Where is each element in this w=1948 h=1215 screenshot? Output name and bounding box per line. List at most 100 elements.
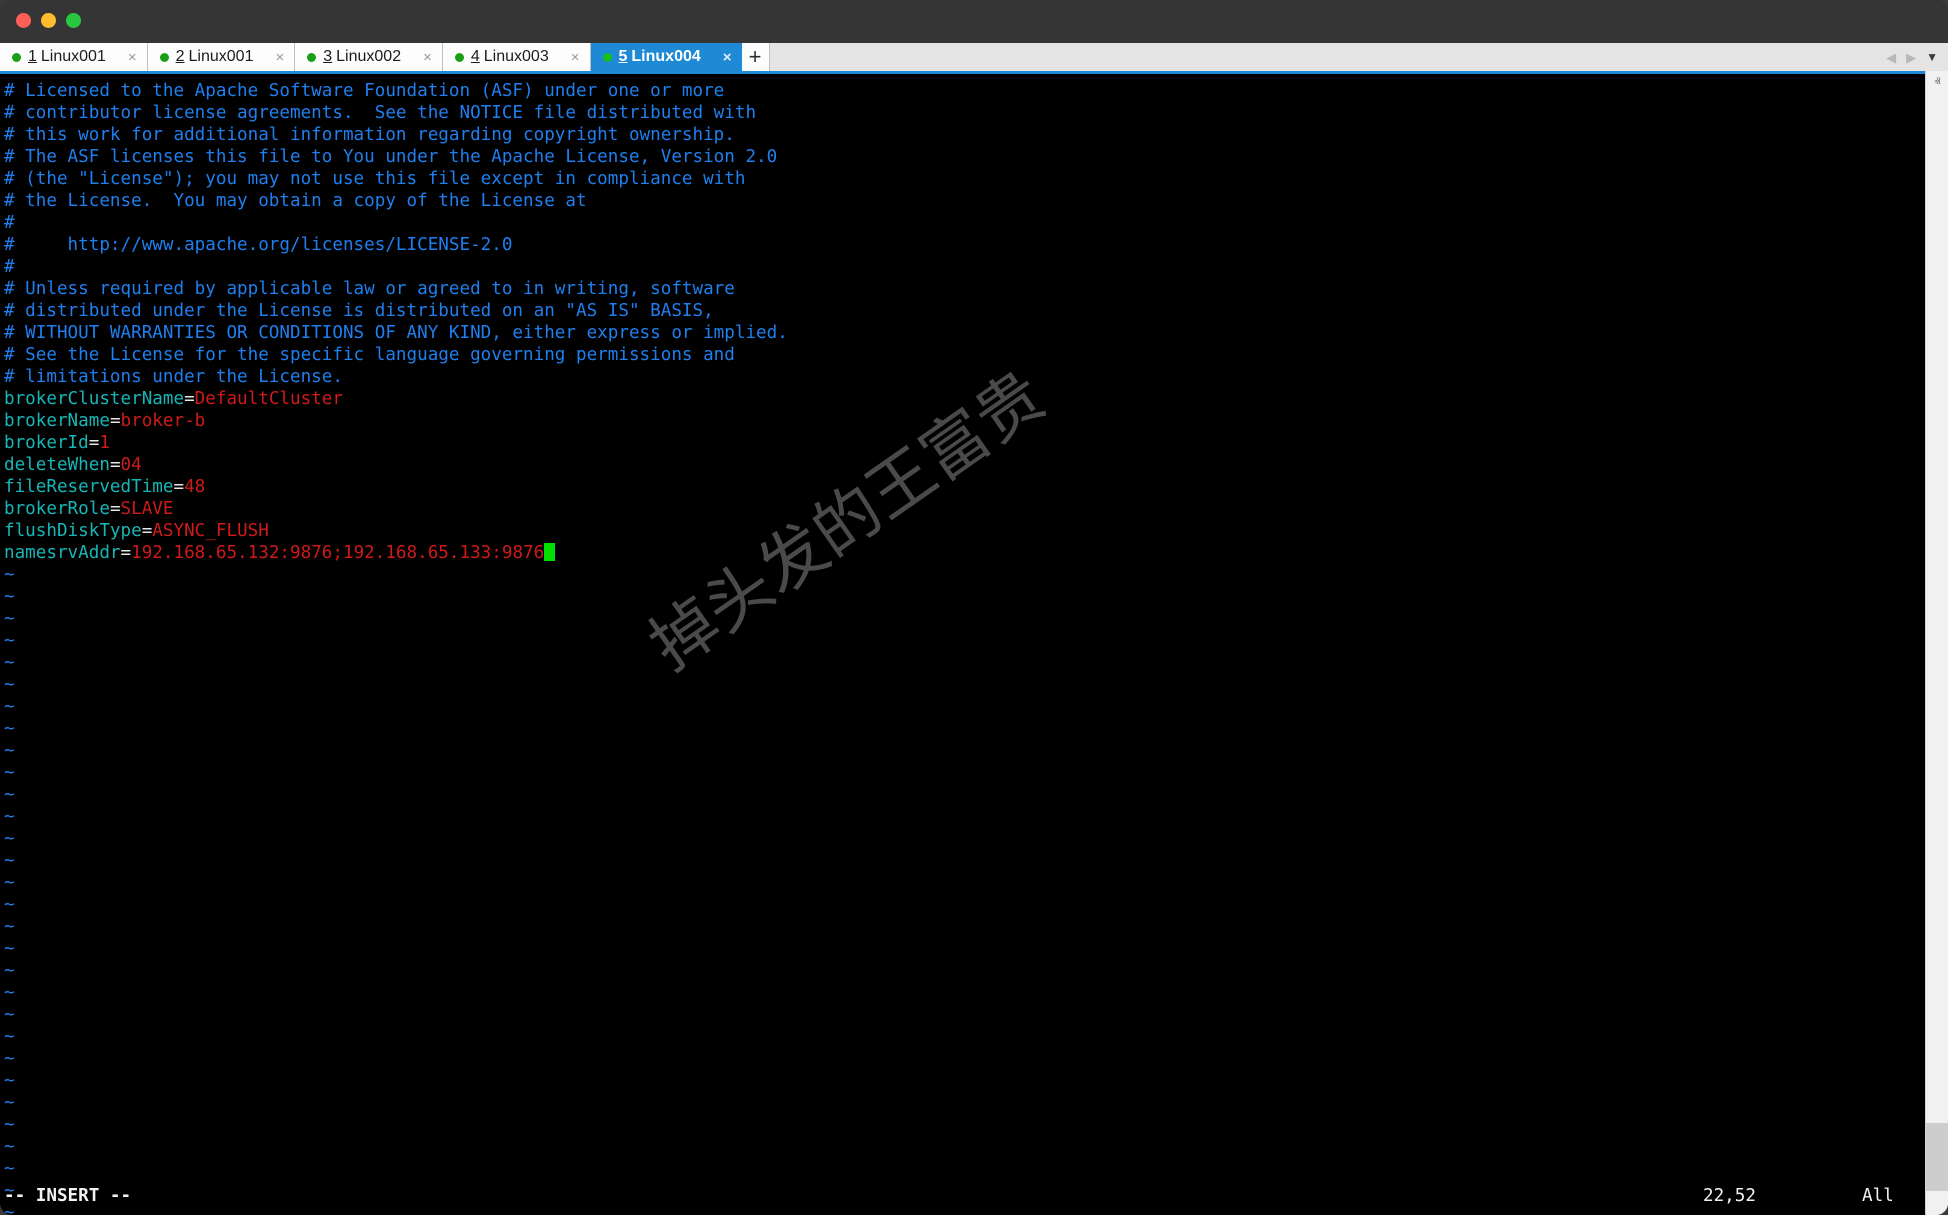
tab-linux001-2[interactable]: 2 Linux001 × xyxy=(148,43,296,71)
config-key: flushDiskType xyxy=(4,521,142,541)
buffer-line-empty: ~ xyxy=(0,740,1925,762)
config-value: DefaultCluster xyxy=(195,389,343,409)
config-equals: = xyxy=(89,433,100,453)
buffer-line-comment: # http://www.apache.org/licenses/LICENSE… xyxy=(0,234,1925,256)
buffer-line-comment: # xyxy=(0,212,1925,234)
empty-line-marker: ~ xyxy=(4,631,15,651)
tab-close-icon[interactable]: × xyxy=(567,50,584,65)
config-key: brokerName xyxy=(4,411,110,431)
buffer-line-empty: ~ xyxy=(0,630,1925,652)
comment-text: # http://www.apache.org/licenses/LICENSE… xyxy=(4,235,512,255)
tab-close-icon[interactable]: × xyxy=(719,50,736,65)
tab-scroll-right-icon[interactable]: ▶ xyxy=(1906,51,1916,64)
empty-line-marker: ~ xyxy=(4,873,15,893)
empty-line-marker: ~ xyxy=(4,675,15,695)
empty-line-marker: ~ xyxy=(4,785,15,805)
empty-line-marker: ~ xyxy=(4,895,15,915)
buffer-line-empty: ~ xyxy=(0,1026,1925,1048)
close-window-button[interactable] xyxy=(16,13,31,28)
buffer-line-empty: ~ xyxy=(0,652,1925,674)
buffer-line-empty: ~ xyxy=(0,608,1925,630)
tab-linux004[interactable]: 5 Linux004 × xyxy=(591,43,742,71)
tab-label: Linux004 xyxy=(631,48,700,66)
config-equals: = xyxy=(173,477,184,497)
buffer-line-empty: ~ xyxy=(0,718,1925,740)
terminal-window: 1 Linux001 × 2 Linux001 × 3 Linux002 × 4… xyxy=(0,0,1948,1215)
tab-linux001-1[interactable]: 1 Linux001 × xyxy=(0,43,148,71)
empty-line-marker: ~ xyxy=(4,741,15,761)
tab-status-dot-icon xyxy=(603,53,612,62)
config-value: SLAVE xyxy=(121,499,174,519)
buffer-line-comment: # (the "License"); you may not use this … xyxy=(0,168,1925,190)
buffer-line-config: brokerRole=SLAVE xyxy=(0,498,1925,520)
empty-line-marker: ~ xyxy=(4,609,15,629)
config-equals: = xyxy=(110,499,121,519)
buffer-line-empty: ~ xyxy=(0,1136,1925,1158)
empty-line-marker: ~ xyxy=(4,653,15,673)
vim-mode-indicator: -- INSERT -- xyxy=(4,1183,131,1209)
empty-line-marker: ~ xyxy=(4,917,15,937)
tab-status-dot-icon xyxy=(455,53,464,62)
buffer-line-empty: ~ xyxy=(0,674,1925,696)
buffer-line-comment: # Licensed to the Apache Software Founda… xyxy=(0,80,1925,102)
new-tab-button[interactable]: + xyxy=(742,43,770,71)
tab-label: Linux002 xyxy=(336,48,401,66)
empty-line-marker: ~ xyxy=(4,1159,15,1179)
tab-bar: 1 Linux001 × 2 Linux001 × 3 Linux002 × 4… xyxy=(0,43,1948,71)
terminal-viewport[interactable]: 掉头发的王富贵 # Licensed to the Apache Softwar… xyxy=(0,71,1925,1215)
scroll-up-icon[interactable]: ⱏ xyxy=(1926,71,1948,94)
comment-text: # this work for additional information r… xyxy=(4,125,735,145)
tab-list-chevron-down-icon[interactable]: ▼ xyxy=(1926,51,1938,63)
tab-linux003[interactable]: 4 Linux003 × xyxy=(443,43,591,71)
comment-text: # See the License for the specific langu… xyxy=(4,345,735,365)
buffer-line-comment: # xyxy=(0,256,1925,278)
comment-text: # contributor license agreements. See th… xyxy=(4,103,756,123)
config-key: brokerRole xyxy=(4,499,110,519)
buffer-line-comment: # WITHOUT WARRANTIES OR CONDITIONS OF AN… xyxy=(0,322,1925,344)
buffer-line-comment: # limitations under the License. xyxy=(0,366,1925,388)
tab-index: 3 xyxy=(323,48,332,66)
tab-close-icon[interactable]: × xyxy=(271,50,288,65)
config-key: namesrvAddr xyxy=(4,543,121,563)
buffer-line-empty: ~ xyxy=(0,1158,1925,1180)
zoom-window-button[interactable] xyxy=(66,13,81,28)
tab-close-icon[interactable]: × xyxy=(124,50,141,65)
buffer-line-empty: ~ xyxy=(0,784,1925,806)
tab-linux002[interactable]: 3 Linux002 × xyxy=(295,43,443,71)
tab-close-icon[interactable]: × xyxy=(419,50,436,65)
empty-line-marker: ~ xyxy=(4,939,15,959)
buffer-line-config: flushDiskType=ASYNC_FLUSH xyxy=(0,520,1925,542)
vim-editor-buffer[interactable]: # Licensed to the Apache Software Founda… xyxy=(0,80,1925,1215)
tab-index: 1 xyxy=(28,48,37,66)
vim-status-line: -- INSERT -- 22,52 All xyxy=(0,1183,1925,1209)
tab-nav-controls: ◀ ▶ ▼ xyxy=(1882,43,1948,71)
buffer-line-config: fileReservedTime=48 xyxy=(0,476,1925,498)
empty-line-marker: ~ xyxy=(4,961,15,981)
tab-scroll-left-icon[interactable]: ◀ xyxy=(1886,51,1896,64)
cursor-position: 22,52 xyxy=(1703,1183,1756,1209)
config-equals: = xyxy=(110,455,121,475)
buffer-line-empty: ~ xyxy=(0,1114,1925,1136)
buffer-line-config: brokerId=1 xyxy=(0,432,1925,454)
buffer-line-empty: ~ xyxy=(0,894,1925,916)
buffer-line-comment: # See the License for the specific langu… xyxy=(0,344,1925,366)
text-cursor xyxy=(544,543,555,561)
empty-line-marker: ~ xyxy=(4,763,15,783)
scrollbar-thumb[interactable] xyxy=(1926,1123,1948,1191)
buffer-line-empty: ~ xyxy=(0,1048,1925,1070)
buffer-line-comment: # contributor license agreements. See th… xyxy=(0,102,1925,124)
buffer-line-config: brokerClusterName=DefaultCluster xyxy=(0,388,1925,410)
config-value: 48 xyxy=(184,477,205,497)
window-controls xyxy=(16,13,81,28)
buffer-line-config: namesrvAddr=192.168.65.132:9876;192.168.… xyxy=(0,542,1925,564)
empty-line-marker: ~ xyxy=(4,1093,15,1113)
buffer-line-empty: ~ xyxy=(0,1092,1925,1114)
minimize-window-button[interactable] xyxy=(41,13,56,28)
vertical-scrollbar[interactable]: ⱏ ⱟ xyxy=(1925,71,1948,1215)
config-value: broker-b xyxy=(121,411,206,431)
tab-status-dot-icon xyxy=(12,53,21,62)
scroll-down-icon[interactable]: ⱟ xyxy=(1926,1192,1948,1215)
scroll-percent-label: All xyxy=(1862,1183,1894,1209)
buffer-line-comment: # this work for additional information r… xyxy=(0,124,1925,146)
empty-line-marker: ~ xyxy=(4,587,15,607)
